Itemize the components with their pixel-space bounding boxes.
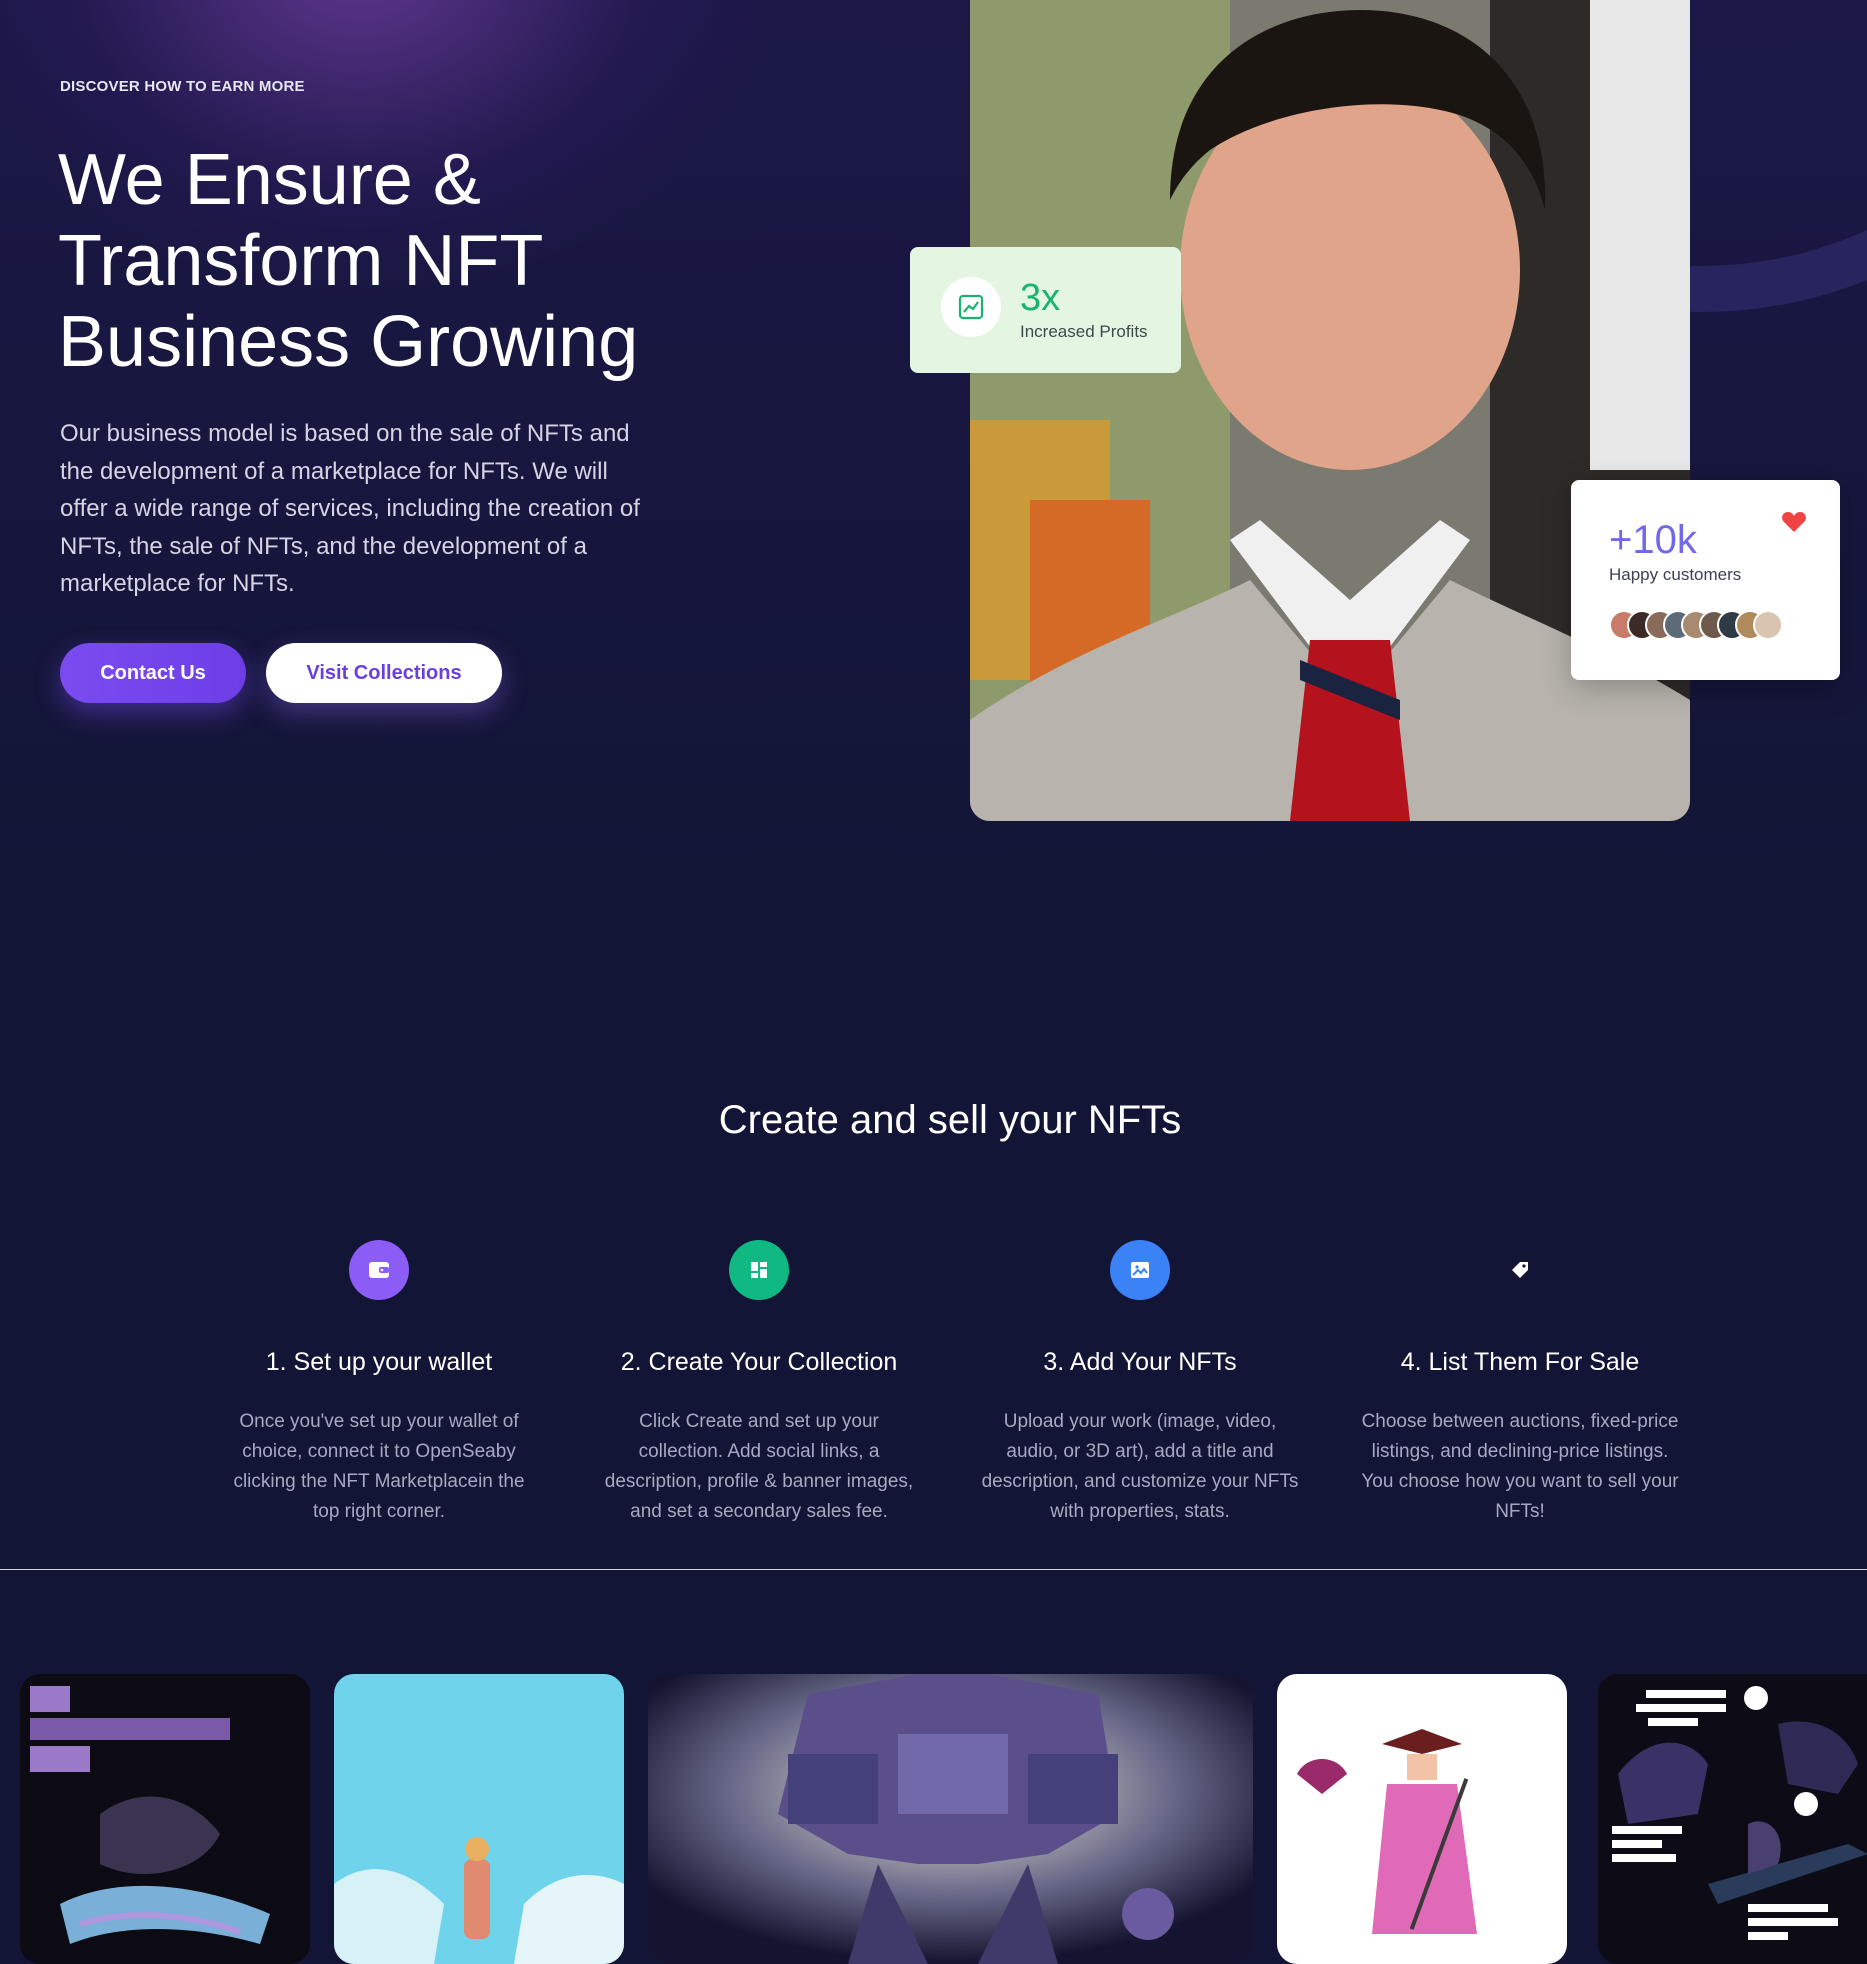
hero-portrait-image: [970, 0, 1690, 821]
profit-value: 3x: [1020, 277, 1061, 319]
customers-stat-card: +10k Happy customers: [1571, 480, 1840, 680]
step-title: 4. List Them For Sale: [1400, 1348, 1640, 1376]
visit-collections-button[interactable]: Visit Collections: [266, 643, 502, 703]
nft-card[interactable]: [1598, 1674, 1867, 1964]
step-title: 1. Set up your wallet: [265, 1348, 493, 1376]
contact-us-button[interactable]: Contact Us: [60, 643, 246, 703]
step-description: Click Create and set up your collection.…: [604, 1411, 914, 1522]
section-divider: [0, 1569, 1867, 1570]
step-title: 3. Add Your NFTs: [1043, 1348, 1237, 1376]
step-description: Once you've set up your wallet of choice…: [233, 1411, 525, 1522]
trending-up-icon: [941, 277, 1001, 337]
customers-value: +10k: [1609, 518, 1697, 562]
nft-card[interactable]: [1277, 1674, 1567, 1964]
customers-label: Happy customers: [1609, 565, 1742, 584]
profit-stat-card: 3x Increased Profits: [910, 247, 1181, 373]
nft-card[interactable]: [648, 1674, 1253, 1964]
hero-eyebrow: DISCOVER HOW TO EARN MORE: [60, 78, 305, 95]
wallet-icon: [349, 1240, 409, 1300]
step-collection: 2. Create Your Collection Click Create a…: [594, 1240, 924, 1527]
step-wallet: 1. Set up your wallet Once you've set up…: [214, 1240, 544, 1527]
avatar: [1753, 610, 1783, 640]
hero-section: DISCOVER HOW TO EARN MORE We Ensure & Tr…: [0, 0, 1867, 980]
step-title: 2. Create Your Collection: [620, 1348, 898, 1376]
step-list-sale: 4. List Them For Sale Choose between auc…: [1355, 1240, 1685, 1527]
tag-icon: [1490, 1240, 1550, 1300]
step-description: Choose between auctions, fixed-price lis…: [1361, 1411, 1679, 1522]
hero-description: Our business model is based on the sale …: [60, 420, 640, 597]
nft-card[interactable]: [20, 1674, 310, 1964]
heart-icon: [1781, 510, 1807, 539]
customer-avatars: [1609, 610, 1783, 640]
step-description: Upload your work (image, video, audio, o…: [981, 1411, 1299, 1522]
nft-card[interactable]: [334, 1674, 624, 1964]
steps-title: Create and sell your NFTs: [718, 1098, 1182, 1142]
step-add-nfts: 3. Add Your NFTs Upload your work (image…: [975, 1240, 1305, 1527]
hero-title: We Ensure & Transform NFT Business Growi…: [58, 140, 639, 382]
image-icon: [1110, 1240, 1170, 1300]
profit-label: Increased Profits: [1020, 322, 1148, 341]
grid-icon: [729, 1240, 789, 1300]
